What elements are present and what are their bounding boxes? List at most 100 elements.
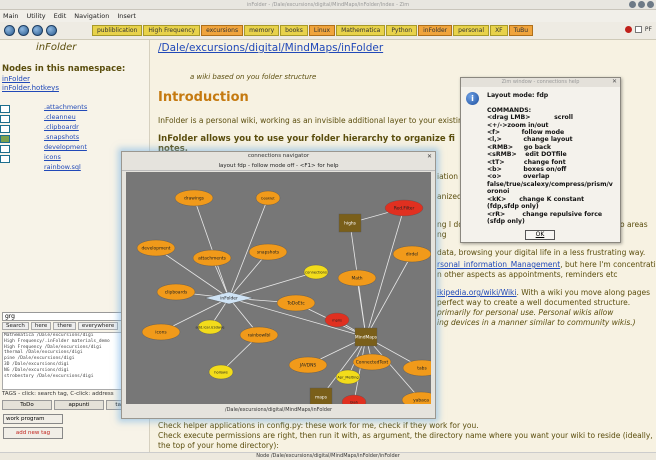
menu-edit[interactable]: Edit xyxy=(54,12,67,20)
add-new-tag-button[interactable]: add new tag xyxy=(3,427,63,439)
toolbar-right: PF xyxy=(624,26,652,33)
search-button[interactable]: Search xyxy=(2,322,29,330)
graph-node[interactable]: ConnectedText xyxy=(352,353,392,371)
tag-tab[interactable]: inFolder xyxy=(418,25,453,36)
graph-node[interactable]: maps xyxy=(309,387,333,407)
graph-canvas[interactable]: drawings booklet development attachments sna… xyxy=(126,172,442,410)
pim-link[interactable]: rsonal_information_Management xyxy=(437,260,560,269)
graph-node-label: hollows xyxy=(214,371,228,375)
graph-node[interactable]: tabs xyxy=(402,359,442,377)
tag-tab[interactable]: Mathematica xyxy=(336,25,386,36)
menu-main[interactable]: Main xyxy=(3,12,19,20)
search-here-option[interactable]: here xyxy=(30,322,52,330)
tag-tab[interactable]: Python xyxy=(386,25,418,36)
todo-button[interactable]: ToDo xyxy=(2,400,52,410)
paragraph-text: data, browsing your digital life in a le… xyxy=(437,248,646,257)
graph-node[interactable]: rainbowIbl xyxy=(239,326,279,344)
graph-node-label: ToDoEtc xyxy=(286,301,305,307)
tag-tab[interactable]: publiblication xyxy=(92,25,143,36)
graph-node[interactable]: icons xyxy=(141,323,181,341)
graph-node[interactable]: development xyxy=(136,239,176,257)
tag-tab[interactable]: excursions xyxy=(201,25,244,36)
menu-insert[interactable]: Insert xyxy=(117,12,136,20)
minimize-button[interactable] xyxy=(629,1,636,8)
graph-node-label: drawings xyxy=(184,196,205,202)
folder-link[interactable]: .clipboardr xyxy=(44,123,79,131)
tag-tab[interactable]: Linux xyxy=(308,25,336,36)
graph-node[interactable]: ToDoEtc xyxy=(276,294,316,312)
stop-icon[interactable] xyxy=(624,26,632,33)
appunti-button[interactable]: appunti xyxy=(54,400,104,410)
graph-svg[interactable]: drawings booklet development attachments sna… xyxy=(126,172,442,410)
tag-tab[interactable]: TuBu xyxy=(508,25,534,36)
ns-link[interactable]: inFolder xyxy=(2,75,30,83)
maximize-button[interactable] xyxy=(638,1,645,8)
paragraph-text: . With a wiki you move along pages xyxy=(516,288,650,297)
graph-node[interactable]: yabaca xyxy=(401,391,441,409)
page-subtitle: a wiki based on you folder structure xyxy=(190,73,317,81)
favorite-marker[interactable] xyxy=(0,155,10,163)
graph-node[interactable]: Red.Filter xyxy=(384,199,424,217)
graph-node-label: highs xyxy=(344,221,357,227)
graph-node[interactable]: Math xyxy=(337,269,377,287)
info-icon: i xyxy=(466,92,479,105)
graph-node[interactable]: connections xyxy=(303,264,329,280)
graph-edge xyxy=(365,253,413,338)
graph-node[interactable]: booklet xyxy=(255,190,281,206)
pf-label: PF xyxy=(644,26,652,33)
folder-link[interactable]: rainbow.sql xyxy=(44,163,81,171)
page-path-link[interactable]: /Dale/excursions/digital/MindMaps/inFold… xyxy=(158,42,383,54)
namespace-heading: Nodes in this namespace: xyxy=(2,64,126,74)
search-there-option[interactable]: there xyxy=(53,322,76,330)
graph-node[interactable]: JAVDNS xyxy=(288,356,328,374)
graph-node[interactable]: Apr_Melting xyxy=(335,369,361,385)
graph-node[interactable]: blah xyxy=(341,394,367,410)
tag-tab[interactable]: XF xyxy=(490,25,508,36)
back-icon[interactable] xyxy=(18,25,29,36)
folder-link[interactable]: development xyxy=(44,143,87,151)
ns-link[interactable]: inFolder.hotkeys xyxy=(2,84,59,92)
tag-tab[interactable]: personal xyxy=(453,25,490,36)
window-title: inFolder - /Dale/excursions/digital/Mind… xyxy=(246,2,410,8)
folder-link[interactable]: .snapshots xyxy=(44,133,79,141)
graph-node[interactable]: MindMaps xyxy=(354,327,378,347)
graph-node[interactable]: highs xyxy=(338,213,362,233)
graph-node[interactable]: clipboards xyxy=(156,283,196,301)
graph-node[interactable]: snapshots xyxy=(248,243,288,261)
graph-node[interactable]: dirdel xyxy=(392,245,432,263)
close-button[interactable] xyxy=(647,1,654,8)
search-options: Search here there everywhere xyxy=(2,322,119,330)
tag-tab[interactable]: memory xyxy=(244,25,280,36)
graph-node[interactable]: hollows xyxy=(208,364,234,380)
folder-link[interactable]: .attachments xyxy=(44,103,87,111)
favorite-marker[interactable] xyxy=(0,115,10,123)
home-icon[interactable] xyxy=(4,25,15,36)
folder-link[interactable]: .cleanneu xyxy=(44,113,76,121)
menu-navigation[interactable]: Navigation xyxy=(74,12,109,20)
favorite-marker[interactable] xyxy=(0,125,10,133)
favorite-marker[interactable] xyxy=(0,135,10,143)
graph-node[interactable]: add.ical.icsdave xyxy=(196,319,226,335)
favorite-marker[interactable] xyxy=(0,105,10,113)
favorite-marker[interactable] xyxy=(0,145,10,153)
status-bar: Node /Dale/excursions/digital/MindMaps/i… xyxy=(0,452,656,460)
close-icon[interactable]: ✕ xyxy=(427,153,432,160)
pf-checkbox[interactable] xyxy=(634,26,642,33)
graph-node[interactable]: drawings xyxy=(174,189,214,207)
tag-tab[interactable]: High Frequency xyxy=(143,25,201,36)
menu-utility[interactable]: Utility xyxy=(27,12,46,20)
graph-node[interactable]: inFolder xyxy=(204,291,254,305)
work-program-button[interactable]: work program xyxy=(3,414,63,424)
forward-icon[interactable] xyxy=(32,25,43,36)
search-everywhere-option[interactable]: everywhere xyxy=(77,322,119,330)
graph-node[interactable]: mplis xyxy=(324,312,350,328)
folder-link[interactable]: icons xyxy=(44,153,61,161)
close-icon[interactable]: ✕ xyxy=(612,78,617,85)
ok-button[interactable]: OK xyxy=(525,230,555,240)
graph-node-label: add.ical.icsdave xyxy=(196,326,226,330)
graph-node[interactable]: attachments xyxy=(192,249,232,267)
paragraph-text: InFolder allows you to use your folder h… xyxy=(158,134,455,144)
wiki-link[interactable]: ikipedia.org/wiki/Wiki xyxy=(437,288,516,297)
reload-icon[interactable] xyxy=(46,25,57,36)
tag-tab[interactable]: books xyxy=(280,25,308,36)
